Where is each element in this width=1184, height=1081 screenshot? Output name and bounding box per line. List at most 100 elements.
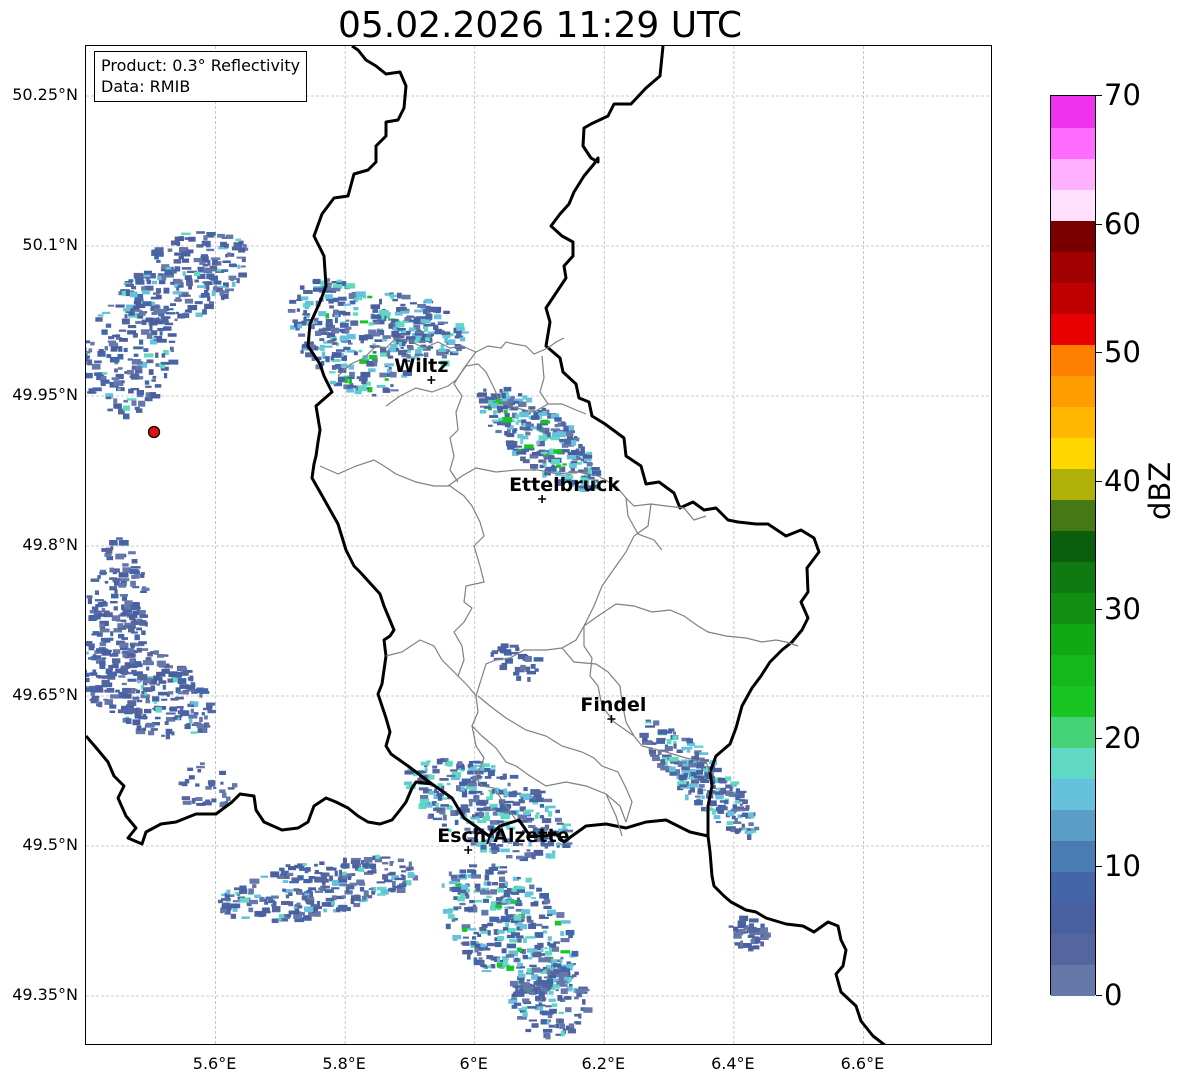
echo-pixel bbox=[104, 553, 112, 557]
echo-pixel bbox=[161, 698, 168, 701]
echo-pixel bbox=[240, 265, 246, 268]
echo-pixel bbox=[174, 236, 184, 242]
echo-pixel bbox=[151, 249, 159, 253]
echo-pixel bbox=[206, 268, 216, 272]
echo-pixel bbox=[693, 775, 704, 779]
echo-pixel bbox=[179, 247, 187, 251]
echo-pixel bbox=[128, 627, 135, 633]
echo-pixel bbox=[424, 298, 432, 304]
echo-pixel bbox=[501, 948, 507, 954]
colorbar-segment bbox=[1051, 313, 1095, 345]
echo-pixel bbox=[459, 869, 467, 874]
echo-pixel bbox=[556, 912, 565, 918]
echo-pixel bbox=[308, 876, 316, 879]
echo-pixel bbox=[131, 575, 140, 579]
echo-pixel bbox=[294, 903, 299, 907]
echo-pixel bbox=[369, 354, 378, 360]
echo-pixel bbox=[472, 936, 477, 940]
echo-pixel bbox=[117, 388, 121, 391]
echo-pixel bbox=[139, 298, 144, 302]
echo-pixel bbox=[194, 279, 199, 283]
echo-pixel bbox=[575, 1021, 582, 1025]
echo-pixel bbox=[351, 857, 361, 860]
echo-pixel bbox=[551, 432, 562, 437]
echo-pixel bbox=[479, 409, 487, 414]
echo-pixel bbox=[282, 888, 286, 892]
echo-pixel bbox=[287, 309, 296, 313]
echo-pixel bbox=[639, 732, 649, 738]
echo-pixel bbox=[529, 964, 537, 967]
echo-pixel bbox=[228, 263, 237, 267]
echo-pixel bbox=[145, 285, 154, 291]
echo-pixel bbox=[129, 279, 134, 282]
echo-pixel bbox=[544, 951, 552, 956]
echo-pixel bbox=[197, 769, 202, 773]
echo-pixel bbox=[315, 911, 321, 917]
echo-pixel bbox=[660, 759, 666, 765]
echo-pixel bbox=[213, 787, 217, 790]
echo-pixel bbox=[187, 767, 194, 771]
echo-pixel bbox=[496, 776, 503, 779]
echo-pixel bbox=[289, 299, 297, 304]
echo-pixel bbox=[563, 976, 569, 981]
echo-pixel bbox=[543, 966, 547, 969]
echo-pixel bbox=[222, 792, 227, 798]
echo-pixel bbox=[140, 590, 147, 593]
echo-pixel bbox=[349, 371, 355, 377]
echo-pixel bbox=[471, 874, 481, 879]
echo-pixel bbox=[167, 333, 177, 337]
echo-pixel bbox=[165, 712, 176, 715]
echo-pixel bbox=[539, 815, 545, 819]
echo-pixel bbox=[302, 313, 311, 316]
echo-cluster bbox=[728, 915, 771, 952]
echo-pixel bbox=[542, 459, 547, 464]
echo-pixel bbox=[417, 304, 426, 308]
echo-pixel bbox=[323, 908, 328, 913]
echo-pixel bbox=[526, 849, 531, 852]
echo-pixel bbox=[193, 721, 200, 726]
national-border bbox=[544, 46, 886, 1044]
colorbar-tick-label: 70 bbox=[1104, 78, 1141, 112]
lon-tick-label: 6.2°E bbox=[581, 1054, 626, 1073]
echo-pixel bbox=[466, 869, 475, 873]
echo-pixel bbox=[142, 727, 147, 731]
echo-pixel bbox=[695, 795, 701, 798]
echo-pixel bbox=[467, 770, 474, 775]
echo-pixel bbox=[86, 595, 93, 599]
echo-pixel bbox=[271, 904, 276, 907]
echo-pixel bbox=[397, 858, 405, 863]
echo-pixel bbox=[181, 232, 191, 235]
echo-pixel bbox=[754, 826, 760, 831]
echo-pixel bbox=[153, 677, 163, 681]
echo-pixel bbox=[459, 902, 466, 906]
echo-pixel bbox=[190, 731, 198, 734]
echo-pixel bbox=[131, 374, 140, 380]
echo-pixel bbox=[499, 388, 503, 393]
echo-pixel bbox=[752, 945, 760, 950]
echo-pixel bbox=[395, 321, 405, 328]
echo-pixel bbox=[652, 757, 661, 762]
echo-pixel bbox=[524, 852, 532, 858]
echo-pixel bbox=[724, 799, 728, 805]
echo-pixel bbox=[466, 808, 470, 813]
echo-pixel bbox=[506, 433, 515, 438]
echo-pixel bbox=[662, 754, 672, 758]
colorbar-segment bbox=[1051, 344, 1095, 376]
echo-pixel bbox=[482, 898, 489, 903]
echo-pixel bbox=[465, 894, 470, 899]
echo-pixel bbox=[563, 426, 569, 432]
echo-pixel bbox=[668, 728, 675, 732]
echo-pixel bbox=[511, 792, 518, 796]
echo-pixel bbox=[500, 643, 509, 648]
echo-pixel bbox=[193, 257, 203, 263]
echo-pixel bbox=[406, 880, 412, 886]
echo-pixel bbox=[528, 991, 535, 995]
echo-pixel bbox=[557, 995, 563, 1001]
echo-pixel bbox=[278, 914, 284, 918]
echo-pixel bbox=[134, 634, 140, 641]
radar-map[interactable] bbox=[85, 45, 992, 1045]
colorbar-segment bbox=[1051, 716, 1095, 749]
echo-pixel bbox=[184, 237, 189, 240]
echo-pixel bbox=[513, 915, 522, 921]
echo-pixel bbox=[519, 411, 529, 418]
